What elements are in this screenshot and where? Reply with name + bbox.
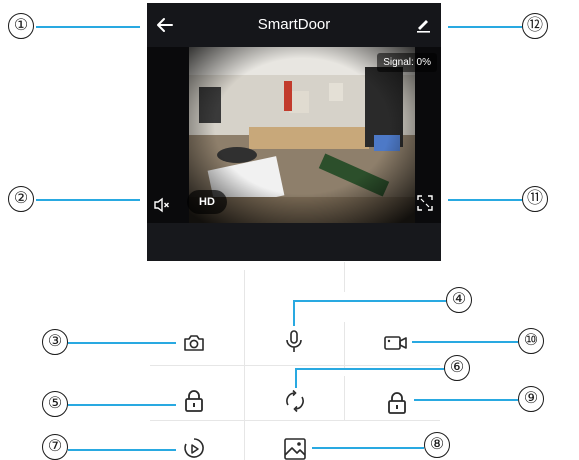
grid-divider xyxy=(344,376,345,420)
callout-1: ① xyxy=(8,13,34,39)
talk-button[interactable] xyxy=(281,328,307,354)
leader-line-3 xyxy=(68,342,176,344)
live-video-view[interactable]: Signal: 0% HD xyxy=(147,47,441,223)
video-footer-strip xyxy=(147,223,441,261)
grid-divider xyxy=(150,420,440,421)
camera-icon xyxy=(184,335,204,351)
microphone-icon xyxy=(286,330,302,352)
callout-6: ⑥ xyxy=(444,355,470,381)
leader-line-11 xyxy=(448,199,522,201)
leader-line-6 xyxy=(295,368,297,388)
padlock-icon xyxy=(388,392,406,414)
callout-11: ⑪ xyxy=(522,186,548,212)
leader-line-1 xyxy=(36,26,140,28)
video-camera-icon xyxy=(384,336,407,350)
leader-line-4 xyxy=(294,300,446,302)
speaker-muted-icon[interactable] xyxy=(153,197,171,213)
leader-line-10 xyxy=(412,341,518,343)
grid-divider xyxy=(150,365,440,366)
callout-2: ② xyxy=(8,186,34,212)
callout-4: ④ xyxy=(446,287,472,313)
leader-line-9 xyxy=(414,399,518,401)
callout-10: ⑩ xyxy=(518,328,544,354)
app-header: SmartDoor xyxy=(147,3,441,47)
snapshot-button[interactable] xyxy=(181,330,207,356)
leader-line-5 xyxy=(68,404,176,406)
callout-3: ③ xyxy=(42,329,68,355)
fullscreen-icon[interactable] xyxy=(417,195,433,211)
playback-icon xyxy=(184,438,204,458)
leader-line-8 xyxy=(312,447,424,449)
leader-line-6 xyxy=(296,368,444,370)
hd-quality-button[interactable]: HD xyxy=(187,190,227,214)
callout-9: ⑨ xyxy=(518,386,544,412)
grid-divider xyxy=(344,262,345,292)
grid-divider xyxy=(344,322,345,368)
leader-line-7 xyxy=(68,449,176,451)
leader-line-4 xyxy=(293,300,295,326)
page-title: SmartDoor xyxy=(257,16,331,33)
signal-strength-badge: Signal: 0% xyxy=(377,53,437,72)
gallery-button[interactable] xyxy=(282,436,308,460)
phone-screen: SmartDoor Signal: 0% HD xyxy=(147,3,441,261)
leader-line-2 xyxy=(36,199,140,201)
callout-12: ⑫ xyxy=(522,13,548,39)
callout-8: ⑧ xyxy=(424,432,450,458)
leader-line-12 xyxy=(448,26,522,28)
callout-5: ⑤ xyxy=(42,391,68,417)
edit-pencil-icon[interactable] xyxy=(413,14,433,34)
record-button[interactable] xyxy=(383,330,409,356)
lock-button[interactable] xyxy=(181,388,207,414)
unlock-button[interactable] xyxy=(384,390,410,416)
rotate-icon xyxy=(286,389,304,413)
callout-7: ⑦ xyxy=(42,434,68,460)
padlock-icon xyxy=(185,390,203,412)
playback-button[interactable] xyxy=(181,436,207,460)
image-icon xyxy=(284,438,306,460)
rotate-button[interactable] xyxy=(282,388,308,414)
